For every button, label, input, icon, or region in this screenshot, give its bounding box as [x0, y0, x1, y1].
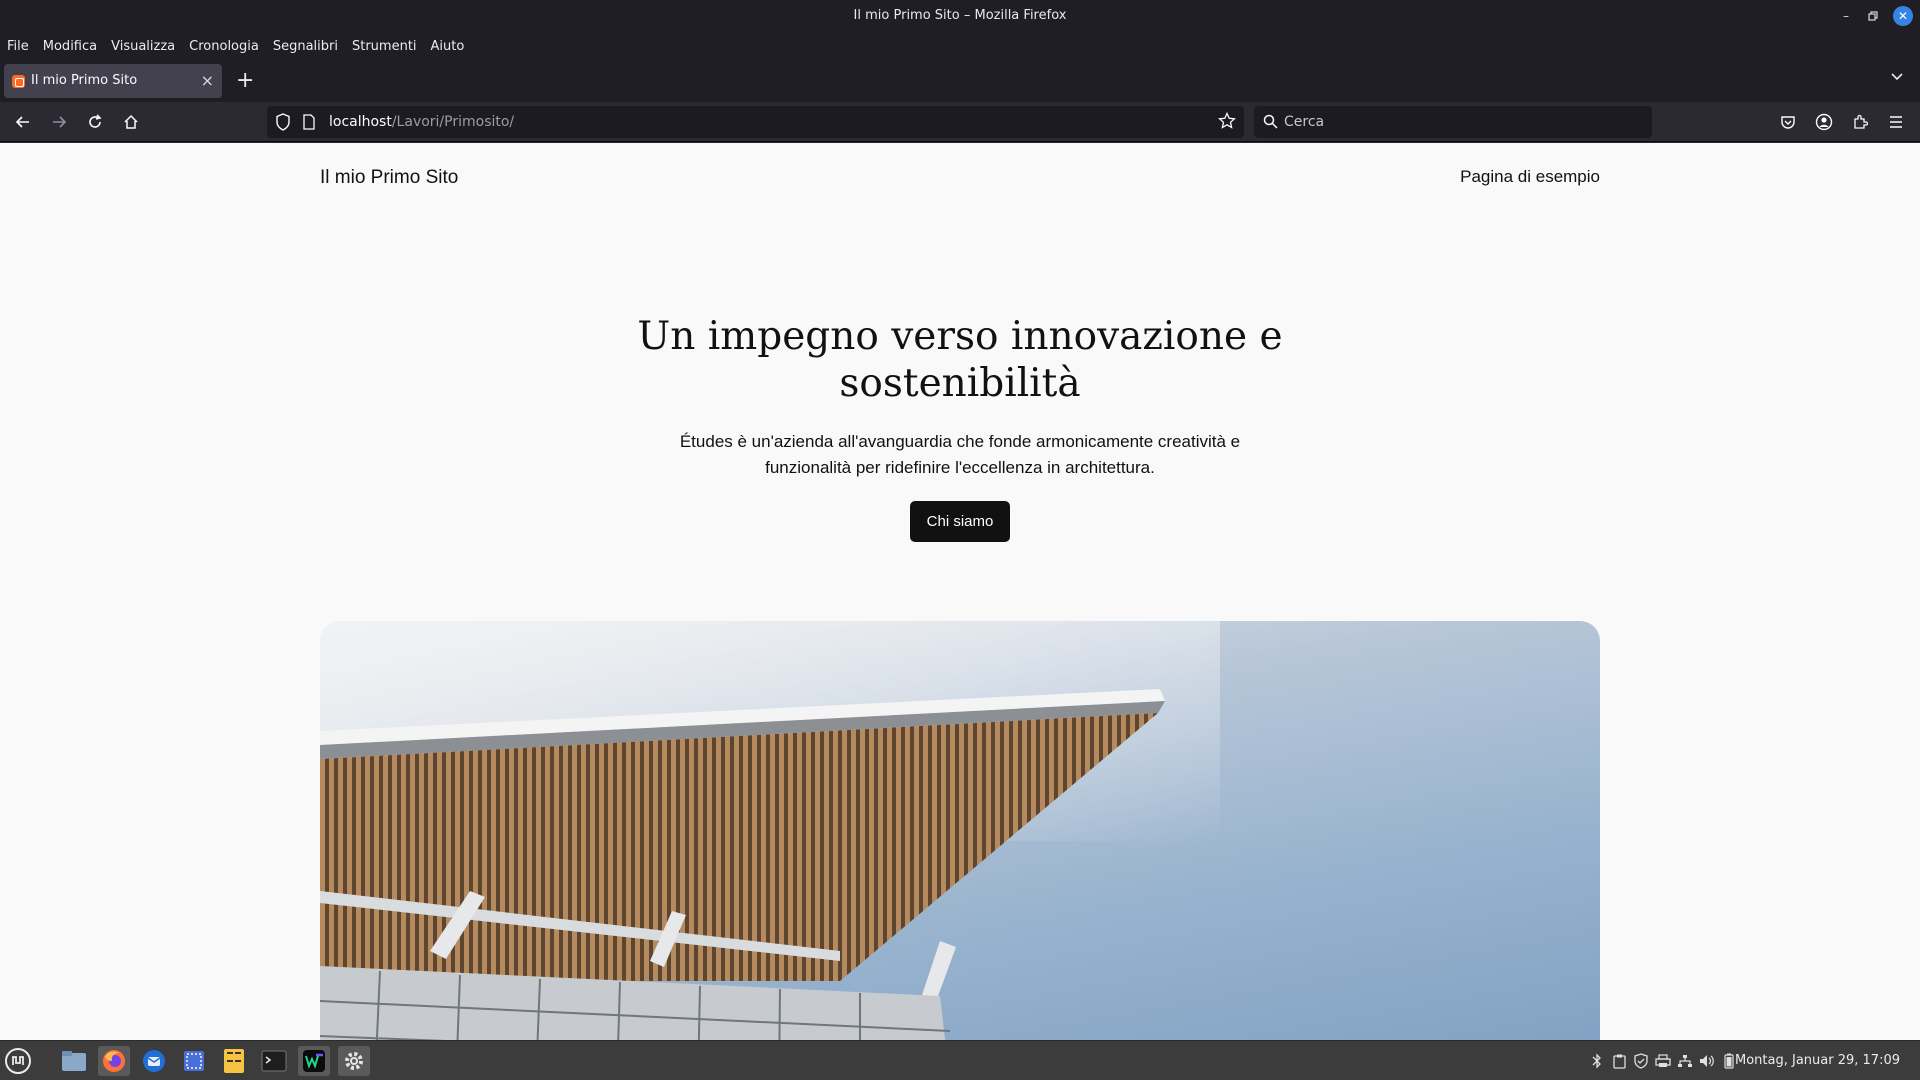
clock[interactable]: Montag, Januar 29, 17:09: [1735, 1053, 1900, 1068]
menu-segnalibri[interactable]: Segnalibri: [266, 39, 345, 54]
terminal-icon[interactable]: [258, 1046, 290, 1076]
menu-cronologia[interactable]: Cronologia: [182, 39, 266, 54]
menu-file[interactable]: File: [7, 39, 36, 54]
account-icon[interactable]: [1813, 111, 1835, 133]
restore-icon[interactable]: [1863, 6, 1883, 26]
menu-modifica[interactable]: Modifica: [36, 39, 104, 54]
back-icon[interactable]: [12, 111, 34, 133]
calculator-icon[interactable]: [218, 1046, 250, 1076]
tab-close-icon[interactable]: ×: [201, 71, 214, 90]
webstorm-icon[interactable]: [298, 1046, 330, 1076]
window-title: Il mio Primo Sito – Mozilla Firefox: [853, 8, 1067, 23]
menu-strumenti[interactable]: Strumenti: [345, 39, 424, 54]
hamburger-menu-icon[interactable]: [1885, 111, 1907, 133]
nav-toolbar: localhost/Lavori/Primosito/: [0, 102, 1920, 142]
chevron-down-icon[interactable]: [1890, 70, 1904, 86]
tab-label: Il mio Primo Sito: [31, 73, 138, 88]
hero-text: Études è un'azienda all'avanguardia che …: [679, 432, 1241, 477]
tracking-shield-icon[interactable]: [275, 113, 291, 135]
printer-icon[interactable]: [1655, 1053, 1671, 1069]
site-title[interactable]: Il mio Primo Sito: [320, 167, 458, 189]
hero-title: Un impegno verso innovazione e sostenibi…: [637, 314, 1283, 406]
chi-siamo-button[interactable]: Chi siamo: [910, 501, 1010, 542]
tab-strip: Il mio Primo Sito ×: [0, 60, 1920, 102]
xampp-icon: [12, 75, 25, 88]
extensions-icon[interactable]: [1849, 111, 1871, 133]
search-icon: [1263, 114, 1278, 133]
volume-icon[interactable]: [1699, 1053, 1715, 1069]
page-content: Il mio Primo Sito Pagina di esempio Un i…: [0, 143, 1920, 1040]
bookmark-star-icon[interactable]: [1218, 111, 1236, 134]
forward-icon[interactable]: [48, 111, 70, 133]
settings-icon[interactable]: [338, 1046, 370, 1076]
tab-il-mio-primo-sito[interactable]: Il mio Primo Sito ×: [4, 64, 222, 98]
thunderbird-icon[interactable]: [138, 1046, 170, 1076]
search-bar[interactable]: [1254, 106, 1652, 138]
minimize-icon[interactable]: –: [1836, 6, 1856, 26]
taskbar: Montag, Januar 29, 17:09: [0, 1040, 1920, 1080]
reload-icon[interactable]: [84, 111, 106, 133]
menu-visualizza[interactable]: Visualizza: [104, 39, 182, 54]
close-icon[interactable]: ✕: [1893, 6, 1913, 26]
page-icon[interactable]: [302, 114, 316, 134]
new-tab-icon[interactable]: +: [236, 66, 254, 96]
url-text[interactable]: localhost/Lavori/Primosito/: [329, 114, 514, 130]
file-manager-icon[interactable]: [58, 1046, 90, 1076]
nav-link-pagina-di-esempio[interactable]: Pagina di esempio: [1460, 167, 1600, 187]
menu-aiuto[interactable]: Aiuto: [424, 39, 472, 54]
screenshot-icon[interactable]: [178, 1046, 210, 1076]
hero-image: [320, 621, 1600, 1040]
search-input[interactable]: [1284, 112, 1624, 132]
home-icon[interactable]: [120, 111, 142, 133]
window-titlebar: Il mio Primo Sito – Mozilla Firefox – ✕: [0, 0, 1920, 32]
network-icon[interactable]: [1677, 1053, 1693, 1069]
firefox-icon[interactable]: [98, 1046, 130, 1076]
shield-icon[interactable]: [1633, 1053, 1649, 1069]
clipboard-icon[interactable]: [1611, 1053, 1627, 1069]
pocket-icon[interactable]: [1777, 111, 1799, 133]
bluetooth-icon[interactable]: [1589, 1053, 1605, 1069]
mint-menu-icon[interactable]: [2, 1046, 34, 1076]
url-bar[interactable]: localhost/Lavori/Primosito/: [267, 106, 1244, 138]
menu-bar: File Modifica Visualizza Cronologia Segn…: [0, 32, 1920, 60]
